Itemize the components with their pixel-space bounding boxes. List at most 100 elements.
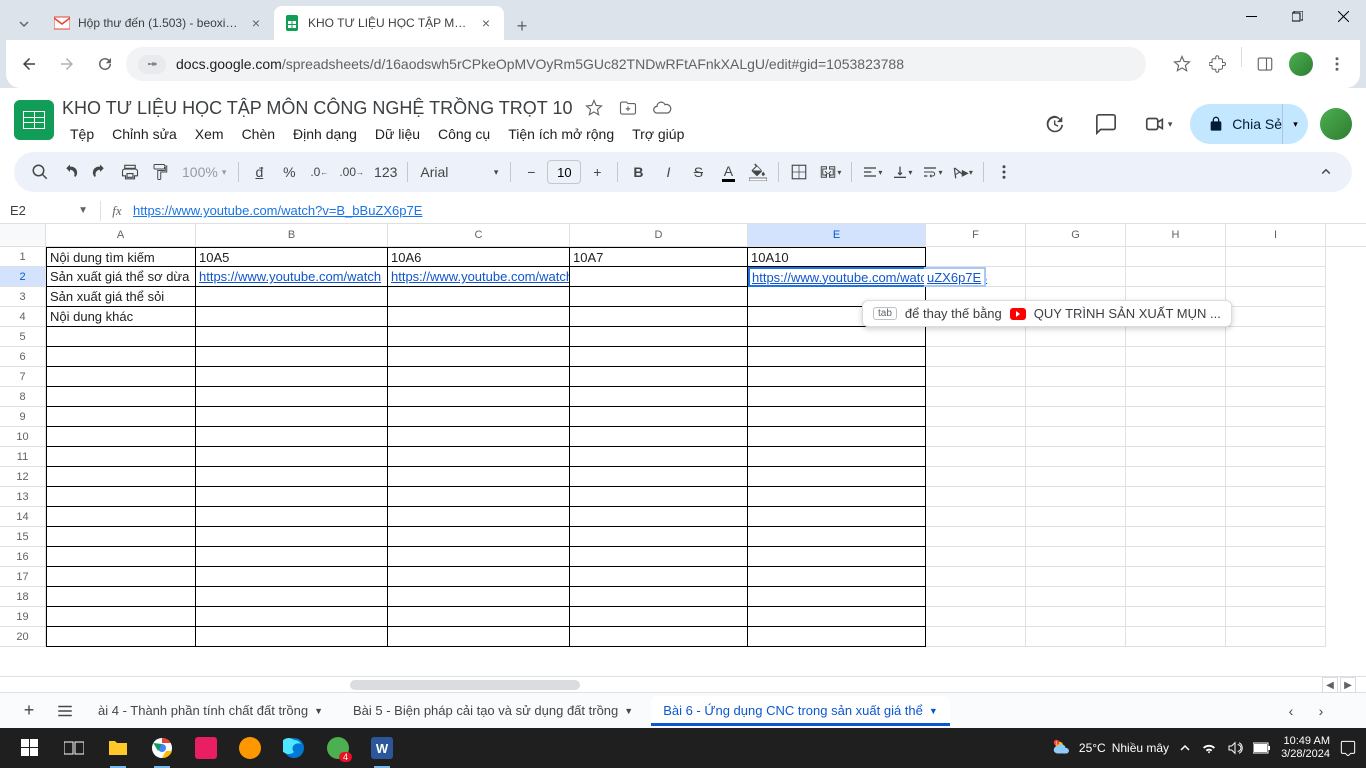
sheet-tab[interactable]: Bài 5 - Biện pháp cải tạo và sử dụng đất… [341, 696, 645, 726]
italic-icon[interactable]: I [654, 158, 682, 186]
row-header[interactable]: 2 [0, 267, 46, 287]
chrome-menu-icon[interactable] [1320, 47, 1354, 81]
row-header[interactable]: 12 [0, 467, 46, 487]
cell[interactable] [1026, 447, 1126, 467]
row-header[interactable]: 5 [0, 327, 46, 347]
currency-icon[interactable]: đ [245, 158, 273, 186]
cell[interactable] [1226, 547, 1326, 567]
row-header[interactable]: 19 [0, 607, 46, 627]
close-icon[interactable]: × [248, 15, 264, 31]
row-header[interactable]: 6 [0, 347, 46, 367]
row-header[interactable]: 8 [0, 387, 46, 407]
cell[interactable] [570, 507, 748, 527]
history-icon[interactable] [1034, 104, 1074, 144]
borders-icon[interactable] [785, 158, 813, 186]
weather-widget[interactable]: 1 25°C Nhiều mây [1051, 737, 1169, 759]
percent-icon[interactable]: % [275, 158, 303, 186]
row-header[interactable]: 9 [0, 407, 46, 427]
cell[interactable] [1226, 467, 1326, 487]
cell[interactable] [1226, 247, 1326, 267]
cell[interactable] [1026, 507, 1126, 527]
print-icon[interactable] [116, 158, 144, 186]
more-toolbar-icon[interactable] [990, 158, 1018, 186]
increase-decimal-icon[interactable]: .00→ [335, 158, 368, 186]
more-formats-icon[interactable]: 123 [370, 158, 401, 186]
cell[interactable] [388, 547, 570, 567]
cell[interactable] [1126, 627, 1226, 647]
cell[interactable] [196, 607, 388, 627]
cell[interactable] [1026, 627, 1126, 647]
cell[interactable] [926, 627, 1026, 647]
cell[interactable] [570, 347, 748, 367]
cell[interactable]: 10A7 [570, 247, 748, 267]
cell[interactable] [1226, 407, 1326, 427]
cell[interactable] [570, 407, 748, 427]
cell[interactable] [1126, 487, 1226, 507]
cell[interactable] [388, 387, 570, 407]
autocomplete-suggest[interactable]: tab để thay thế bằng QUY TRÌNH SẢN XUẤT … [862, 300, 1232, 327]
cell[interactable] [926, 327, 1026, 347]
row-header[interactable]: 10 [0, 427, 46, 447]
cell[interactable] [388, 347, 570, 367]
row-header[interactable]: 17 [0, 567, 46, 587]
menu-help[interactable]: Trợ giúp [624, 122, 692, 146]
redo-icon[interactable] [86, 158, 114, 186]
paint-format-icon[interactable] [146, 158, 174, 186]
cell[interactable] [46, 367, 196, 387]
cell[interactable] [46, 467, 196, 487]
cell[interactable] [1026, 367, 1126, 387]
col-header[interactable]: H [1126, 224, 1226, 246]
cell[interactable] [46, 527, 196, 547]
cell[interactable] [1226, 327, 1326, 347]
cell[interactable] [1026, 587, 1126, 607]
cell[interactable] [570, 287, 748, 307]
cell[interactable] [748, 327, 926, 347]
cell[interactable] [1226, 587, 1326, 607]
cell[interactable] [388, 427, 570, 447]
add-sheet-button[interactable]: + [14, 696, 44, 726]
cell[interactable] [1226, 507, 1326, 527]
cell[interactable] [46, 607, 196, 627]
menu-edit[interactable]: Chỉnh sửa [104, 122, 185, 146]
align-icon[interactable]: ▾ [858, 158, 886, 186]
cell[interactable] [196, 287, 388, 307]
row-header[interactable]: 18 [0, 587, 46, 607]
cell[interactable] [1026, 327, 1126, 347]
cell[interactable] [570, 307, 748, 327]
menu-tools[interactable]: Công cụ [430, 122, 498, 146]
scroll-left-icon[interactable]: ◀ [1322, 677, 1338, 693]
cell[interactable] [388, 567, 570, 587]
row-header[interactable]: 14 [0, 507, 46, 527]
cell[interactable] [388, 447, 570, 467]
cell[interactable] [196, 447, 388, 467]
cell[interactable] [1126, 327, 1226, 347]
cell[interactable] [46, 587, 196, 607]
cell[interactable] [1126, 447, 1226, 467]
sheet-tab-active[interactable]: Bài 6 - Ứng dụng CNC trong sản xuất giá … [651, 696, 950, 726]
tab-sheets[interactable]: KHO TƯ LIỆU HỌC TẬP MÔN C × [274, 6, 504, 40]
word-icon[interactable]: W [362, 728, 402, 768]
cell[interactable] [46, 427, 196, 447]
decrease-decimal-icon[interactable]: .0← [305, 158, 333, 186]
cell[interactable] [196, 507, 388, 527]
cell[interactable] [748, 487, 926, 507]
url-field[interactable]: docs.google.com/spreadsheets/d/16aodswh5… [126, 47, 1146, 81]
app-icon[interactable] [186, 728, 226, 768]
cell[interactable] [1226, 447, 1326, 467]
menu-view[interactable]: Xem [187, 122, 232, 146]
cell[interactable] [570, 447, 748, 467]
doc-title[interactable]: KHO TƯ LIỆU HỌC TẬP MÔN CÔNG NGHỆ TRỒNG … [62, 98, 572, 119]
fill-color-icon[interactable] [744, 158, 772, 186]
cell[interactable] [388, 527, 570, 547]
star-icon[interactable] [582, 96, 606, 120]
name-box[interactable]: E2▼ [6, 203, 94, 218]
cell[interactable] [570, 267, 748, 287]
row-header[interactable]: 20 [0, 627, 46, 647]
side-panel-icon[interactable] [1248, 47, 1282, 81]
cell[interactable] [1226, 267, 1326, 287]
cell[interactable] [926, 527, 1026, 547]
chrome-taskbar-icon[interactable] [142, 728, 182, 768]
cell[interactable] [46, 327, 196, 347]
font-select[interactable]: Arial▾ [414, 158, 504, 186]
valign-icon[interactable]: ▾ [888, 158, 916, 186]
